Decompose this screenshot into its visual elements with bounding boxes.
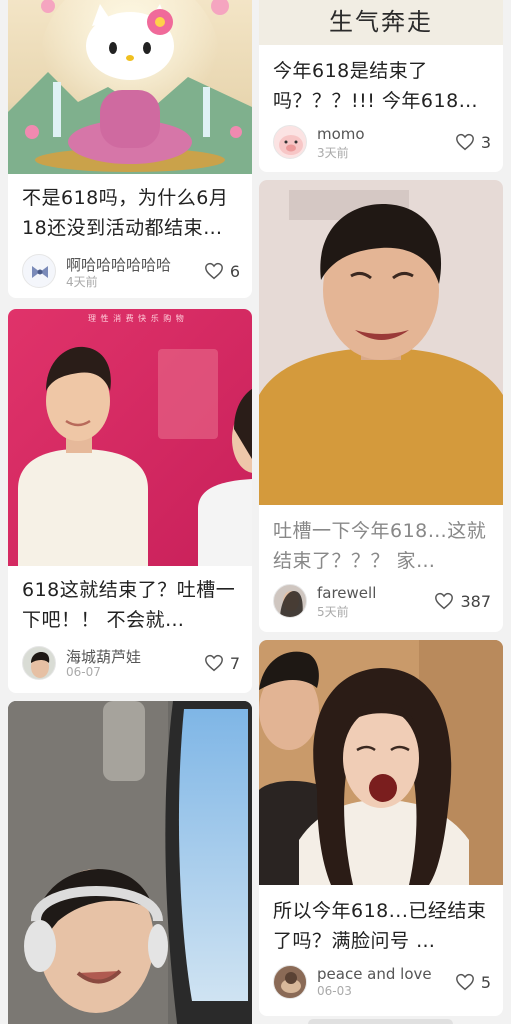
like-button[interactable]: 3	[455, 131, 491, 153]
author-name[interactable]: peace and love	[317, 965, 432, 983]
card-image[interactable]	[8, 701, 252, 1024]
avatar[interactable]	[273, 125, 307, 159]
image-caption: 生气奔走	[329, 8, 433, 36]
feed-card-next[interactable]	[308, 1019, 453, 1024]
livestream-image	[8, 309, 252, 566]
post-date: 5天前	[317, 605, 349, 619]
heart-outline-icon	[204, 654, 223, 672]
feed-card[interactable]: 生气奔走 今年618是结束了吗？？？!!! 今年618… momo 3天前 3	[259, 0, 503, 172]
card-image[interactable]	[259, 640, 503, 885]
pig-avatar-icon	[279, 135, 303, 155]
like-button[interactable]: 387	[434, 590, 491, 612]
post-date: 06-03	[317, 984, 352, 998]
feed-card[interactable]	[8, 701, 252, 1024]
card-meta: 啊哈哈哈哈哈哈 4天前 6	[22, 254, 240, 290]
author-name[interactable]: momo	[317, 125, 365, 143]
banner-text: 理 性 消 费 快 乐 购 物	[88, 314, 185, 323]
post-date: 4天前	[66, 275, 98, 289]
like-button[interactable]: 7	[204, 652, 240, 674]
card-title[interactable]: 所以今年618...已经结束了吗？满脸问号 …	[273, 896, 491, 956]
like-count: 6	[229, 261, 240, 281]
author-name[interactable]: 啊哈哈哈哈哈哈	[66, 254, 171, 275]
heart-outline-icon	[435, 592, 454, 610]
avatar-image	[31, 652, 50, 678]
feed-card[interactable]: 不是618吗，为什么6月18还没到活动都结束… 啊哈哈哈哈哈哈 4天前 6	[8, 0, 252, 298]
card-title[interactable]: 吐槽一下今年618…这就结束了？？？ 家…	[273, 516, 491, 576]
heart-outline-icon	[204, 262, 223, 280]
post-date: 3天前	[317, 146, 349, 160]
author-name[interactable]: farewell	[317, 584, 376, 602]
like-count: 7	[229, 653, 240, 673]
card-title[interactable]: 618这就结束了？吐槽一下吧！！ 不会就…	[22, 575, 240, 635]
card-meta: farewell 5天前 387	[273, 584, 491, 620]
card-title[interactable]: 今年618是结束了吗？？？!!! 今年618…	[273, 56, 491, 116]
like-count: 387	[460, 591, 491, 611]
card-image[interactable]	[8, 0, 252, 174]
avatar[interactable]	[22, 254, 56, 288]
avatar-image	[280, 591, 303, 617]
author-name[interactable]: 海城葫芦娃	[66, 646, 141, 667]
heart-outline-icon	[455, 133, 474, 151]
feed-card[interactable]: 吐槽一下今年618…这就结束了？？？ 家… farewell 5天前 387	[259, 180, 503, 632]
heart-outline-icon	[455, 973, 474, 991]
train-window-image	[8, 701, 252, 1024]
like-count: 5	[480, 972, 491, 992]
like-button[interactable]: 5	[455, 971, 491, 993]
feed-card[interactable]: 理 性 消 费 快 乐 购 物 618这就结束了？吐槽一下吧！！ 不会就… 海城…	[8, 309, 252, 693]
card-meta: 海城葫芦娃 06-07 7	[22, 646, 240, 682]
screaming-girl-image	[259, 640, 503, 885]
card-meta: momo 3天前 3	[273, 125, 491, 161]
card-image[interactable]	[259, 180, 503, 505]
avatar[interactable]	[273, 584, 307, 618]
feed-card[interactable]: 所以今年618...已经结束了吗？满脸问号 … peace and love 0…	[259, 640, 503, 1016]
card-meta: peace and love 06-03 5	[273, 965, 491, 1001]
avatar-image	[274, 966, 306, 998]
avatar[interactable]	[273, 965, 307, 999]
like-count: 3	[480, 132, 491, 152]
like-button[interactable]: 6	[204, 260, 240, 282]
hello-kitty-image	[8, 0, 252, 174]
bow-icon	[32, 266, 48, 278]
card-title[interactable]: 不是618吗，为什么6月18还没到活动都结束…	[22, 183, 240, 243]
post-date: 06-07	[66, 665, 101, 679]
card-image[interactable]: 理 性 消 费 快 乐 购 物	[8, 309, 252, 566]
crying-man-image	[259, 180, 503, 505]
avatar[interactable]	[22, 646, 56, 680]
card-image[interactable]: 生气奔走	[259, 0, 503, 45]
